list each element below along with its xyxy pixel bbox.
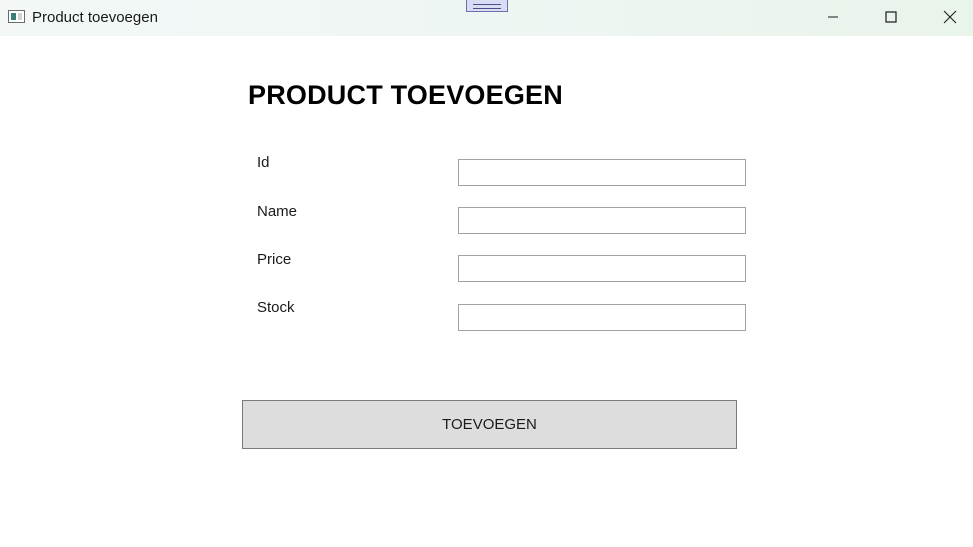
app-window: Product toevoegen PRODUCT TOEVOEGEN Id N… (0, 0, 973, 547)
title-bar[interactable]: Product toevoegen (0, 0, 973, 36)
drag-handle-icon[interactable] (466, 0, 508, 12)
app-window-icon (8, 10, 25, 23)
minimize-icon (828, 16, 838, 18)
name-field[interactable] (458, 207, 746, 234)
stock-label: Stock (257, 299, 295, 316)
add-product-button-label: TOEVOEGEN (442, 416, 537, 433)
page-title: PRODUCT TOEVOEGEN (248, 80, 563, 110)
maximize-icon (885, 11, 897, 23)
stock-field[interactable] (458, 304, 746, 331)
id-field[interactable] (458, 159, 746, 186)
name-label: Name (257, 203, 298, 220)
window-title: Product toevoegen (32, 9, 158, 26)
price-field[interactable] (458, 255, 746, 282)
add-product-button[interactable]: TOEVOEGEN (242, 400, 737, 449)
close-button[interactable] (921, 0, 973, 34)
minimize-button[interactable] (804, 0, 862, 34)
maximize-button[interactable] (862, 0, 920, 34)
price-label: Price (257, 251, 292, 268)
id-label: Id (257, 154, 270, 171)
close-icon (943, 10, 957, 24)
